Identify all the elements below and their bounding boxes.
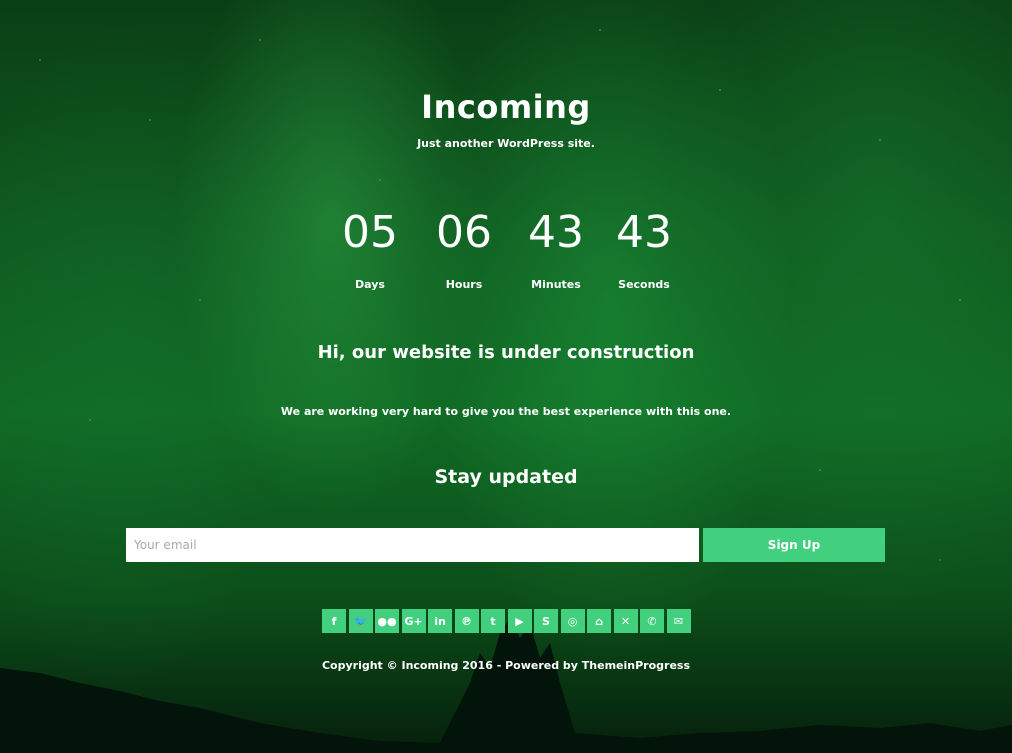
- facebook-icon: f: [331, 614, 337, 628]
- countdown-seconds: 43 Seconds: [599, 205, 689, 291]
- facebook-link[interactable]: f: [322, 609, 346, 633]
- instagram-link[interactable]: ◎: [560, 609, 585, 633]
- tumblr-link[interactable]: t: [481, 609, 505, 633]
- twitter-icon: 🐦: [353, 614, 368, 628]
- countdown-hours-value: 06: [436, 207, 492, 258]
- site-description: Just another WordPress site.: [417, 137, 595, 150]
- social-links: f 🐦 ●● G+ in ℗ t ▶ S ◎ ⌂ ✕ ✆ ✉: [322, 609, 692, 633]
- countdown-hours-label: Hours: [445, 278, 483, 291]
- whatsapp-icon: ✆: [647, 614, 657, 628]
- construction-subtext: We are working very hard to give you the…: [280, 405, 732, 418]
- site-title[interactable]: Incoming: [0, 88, 1012, 126]
- google-plus-icon: G+: [404, 614, 423, 628]
- email-link[interactable]: ✉: [666, 609, 691, 633]
- pinterest-link[interactable]: ℗: [454, 609, 479, 633]
- countdown-minutes: 43 Minutes: [511, 205, 601, 291]
- github-icon: ⌂: [595, 614, 603, 628]
- whatsapp-link[interactable]: ✆: [640, 609, 664, 633]
- countdown-seconds-value: 43: [616, 207, 672, 258]
- countdown-seconds-label: Seconds: [618, 278, 670, 291]
- countdown-minutes-value: 43: [528, 207, 584, 258]
- construction-heading: Hi, our website is under construction: [317, 342, 695, 363]
- stay-updated-heading: Stay updated: [434, 466, 578, 488]
- flickr-link[interactable]: ●●: [375, 609, 399, 633]
- linkedin-icon: in: [434, 614, 446, 628]
- linkedin-link[interactable]: in: [428, 609, 452, 633]
- countdown-days-value: 05: [342, 207, 398, 258]
- signup-button[interactable]: Sign Up: [703, 528, 885, 562]
- countdown-days-label: Days: [355, 278, 385, 291]
- github-link[interactable]: ⌂: [587, 609, 611, 633]
- youtube-link[interactable]: ▶: [507, 609, 532, 633]
- skype-link[interactable]: S: [534, 609, 558, 633]
- google-plus-link[interactable]: G+: [401, 609, 426, 633]
- youtube-icon: ▶: [515, 614, 524, 628]
- flickr-icon: ●●: [377, 614, 397, 628]
- email-icon: ✉: [673, 614, 684, 628]
- countdown-minutes-label: Minutes: [531, 278, 581, 291]
- pinterest-icon: ℗: [461, 614, 472, 628]
- skype-icon: S: [542, 614, 550, 628]
- tumblr-icon: t: [490, 614, 496, 628]
- countdown: 05 Days 06 Hours 43 Minutes 43 Seconds: [0, 205, 1012, 305]
- copyright-text: Copyright © Incoming 2016 - Powered by T…: [321, 659, 691, 672]
- twitter-link[interactable]: 🐦: [348, 609, 373, 633]
- xing-link[interactable]: ✕: [613, 609, 638, 633]
- countdown-days: 05 Days: [325, 205, 415, 291]
- countdown-hours: 06 Hours: [419, 205, 509, 291]
- page-content: Incoming Just another WordPress site. 05…: [0, 0, 1012, 753]
- instagram-icon: ◎: [567, 614, 578, 628]
- email-input[interactable]: [126, 528, 699, 562]
- xing-icon: ✕: [620, 614, 631, 628]
